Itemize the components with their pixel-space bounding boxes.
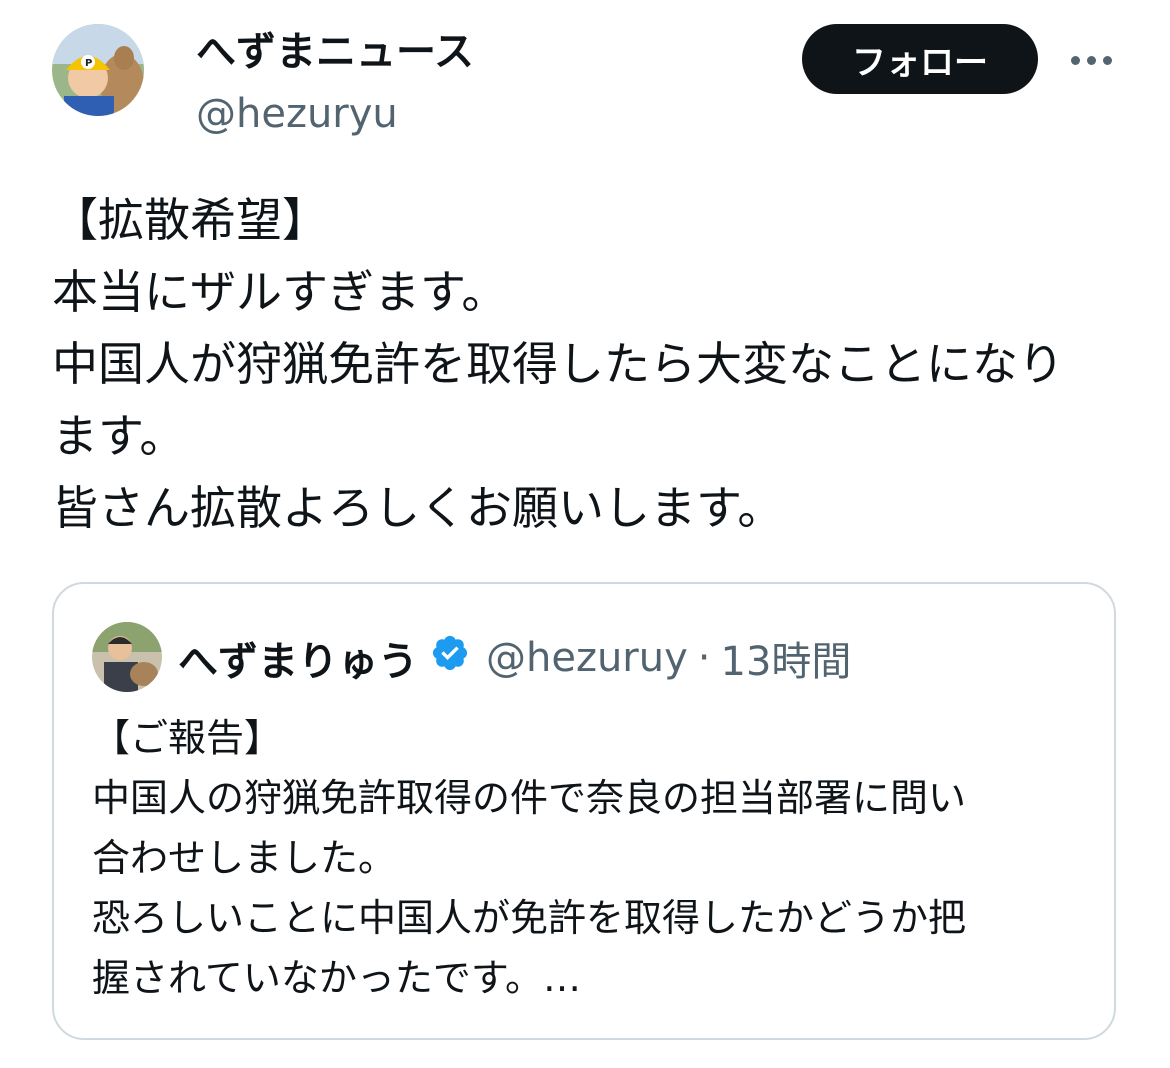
quoted-text-line: 合わせしました。 [92,836,397,880]
follow-button[interactable]: フォロー [802,24,1038,94]
post: P へずまニュース @hezuryu フォロー 【拡散希望】 本当にザルすぎます… [0,0,1170,1068]
author-avatar[interactable]: P [52,24,144,116]
post-text: 【拡散希望】 本当にザルすぎます。 中国人が狩猟免許を取得したら大変なことになり… [52,184,1132,544]
post-text-line: 本当にザルすぎます。 [52,265,508,319]
post-text-line: ます。 [52,409,186,463]
quoted-author-handle[interactable]: @hezuruy [486,635,688,681]
svg-text:P: P [85,58,92,69]
post-text-line: 【拡散希望】 [52,193,328,247]
quoted-text-line: 握されていなかったです。… [92,956,582,1000]
separator-dot: · [697,635,711,681]
dot [1102,55,1112,65]
dot [1070,55,1080,65]
quoted-author-display-name[interactable]: へずまりゅう [178,629,418,687]
quoted-post-header: へずまりゅう @hezuruy · 13時間 [178,630,851,686]
author-handle[interactable]: @hezuryu [196,88,398,140]
quoted-author-avatar[interactable] [92,622,162,692]
author-display-name[interactable]: へずまニュース [196,26,474,78]
quoted-text-line: 【ご報告】 [92,716,283,760]
more-options-icon[interactable] [1064,42,1118,78]
quoted-text-line: 中国人の狩猟免許取得の件で奈良の担当部署に問い [92,776,967,820]
quoted-post-timestamp[interactable]: 13時間 [721,629,852,687]
quoted-post-text: 【ご報告】 中国人の狩猟免許取得の件で奈良の担当部署に問い 合わせしました。 恐… [92,708,1082,1008]
dot [1086,55,1096,65]
post-text-line: 皆さん拡散よろしくお願いします。 [52,481,784,535]
post-text-line: 中国人が狩猟免許を取得したら大変なことになり [52,337,1064,391]
quoted-text-line: 恐ろしいことに中国人が免許を取得したかどうか把 [92,896,967,940]
verified-badge-icon [430,633,470,683]
quoted-post-card[interactable]: へずまりゅう @hezuruy · 13時間 【ご報告】 中国人の狩猟免許取得の… [52,582,1116,1040]
